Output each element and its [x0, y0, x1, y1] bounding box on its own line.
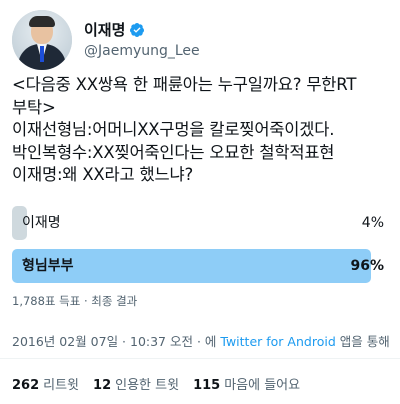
likes-count: 115 — [193, 378, 221, 393]
poll: 이재명 4% 형님부부 96% — [12, 206, 386, 292]
poll-meta: 1,788표 득표 · 최종 결과 — [12, 294, 138, 308]
tweet-text-line: <다음중 XX쌍욕 한 패륜아는 누구일까요? 무한RT — [12, 75, 357, 94]
likes-label: 마음에 들어요 — [224, 378, 301, 393]
tweet-text-line: 이재선형님:어머니XX구멍을 칼로찢어죽이겠다. — [12, 120, 335, 139]
poll-option-percent: 4% — [361, 215, 384, 231]
timestamp: 2016년 02월 07일 · 10:37 오전 · 에 Twitter for… — [12, 331, 390, 350]
verified-badge-icon — [130, 22, 145, 37]
quotes-count: 12 — [93, 378, 112, 393]
timestamp-datetime[interactable]: 2016년 02월 07일 · 10:37 오전 · 에 — [12, 334, 220, 349]
source-link[interactable]: Twitter for Android — [220, 334, 335, 349]
tweet-card: 이재명 @Jaemyung_Lee <다음중 XX쌍욕 한 패륜아는 누구일까요… — [0, 0, 400, 404]
timestamp-suffix: 앱을 통해 — [335, 334, 390, 349]
retweets-stat[interactable]: 262 리트윗 — [12, 374, 79, 393]
poll-option-percent: 96% — [350, 258, 384, 274]
poll-option: 이재명 4% — [12, 206, 386, 240]
tweet-text-line: 이재명:왜 XX라고 했느냐? — [12, 165, 194, 184]
poll-option: 형님부부 96% — [12, 249, 386, 283]
handle[interactable]: @Jaemyung_Lee — [84, 43, 200, 60]
retweets-label: 리트윗 — [43, 378, 80, 393]
quotes-label: 인용한 트윗 — [115, 378, 180, 393]
author-info: 이재명 @Jaemyung_Lee — [84, 21, 200, 60]
likes-stat[interactable]: 115 마음에 들어요 — [193, 374, 300, 393]
poll-option-label: 형님부부 — [22, 258, 74, 274]
tweet-text-line: 부탁> — [12, 97, 56, 117]
tweet-text: <다음중 XX쌍욕 한 패륜아는 누구일까요? 무한RT 부탁> 이재선형님:어… — [12, 74, 392, 187]
tweet-header: 이재명 @Jaemyung_Lee — [12, 10, 200, 70]
display-name[interactable]: 이재명 — [84, 21, 125, 39]
poll-option-label: 이재명 — [22, 215, 61, 231]
tweet-stats: 262 리트윗 12 인용한 트윗 115 마음에 들어요 — [12, 374, 300, 393]
avatar[interactable] — [12, 10, 72, 70]
quotes-stat[interactable]: 12 인용한 트윗 — [93, 374, 179, 393]
tweet-text-line: 박인복형수:XX찢어죽인다는 오묘한 철학적표현 — [12, 142, 335, 162]
retweets-count: 262 — [12, 378, 40, 393]
divider — [0, 358, 400, 359]
